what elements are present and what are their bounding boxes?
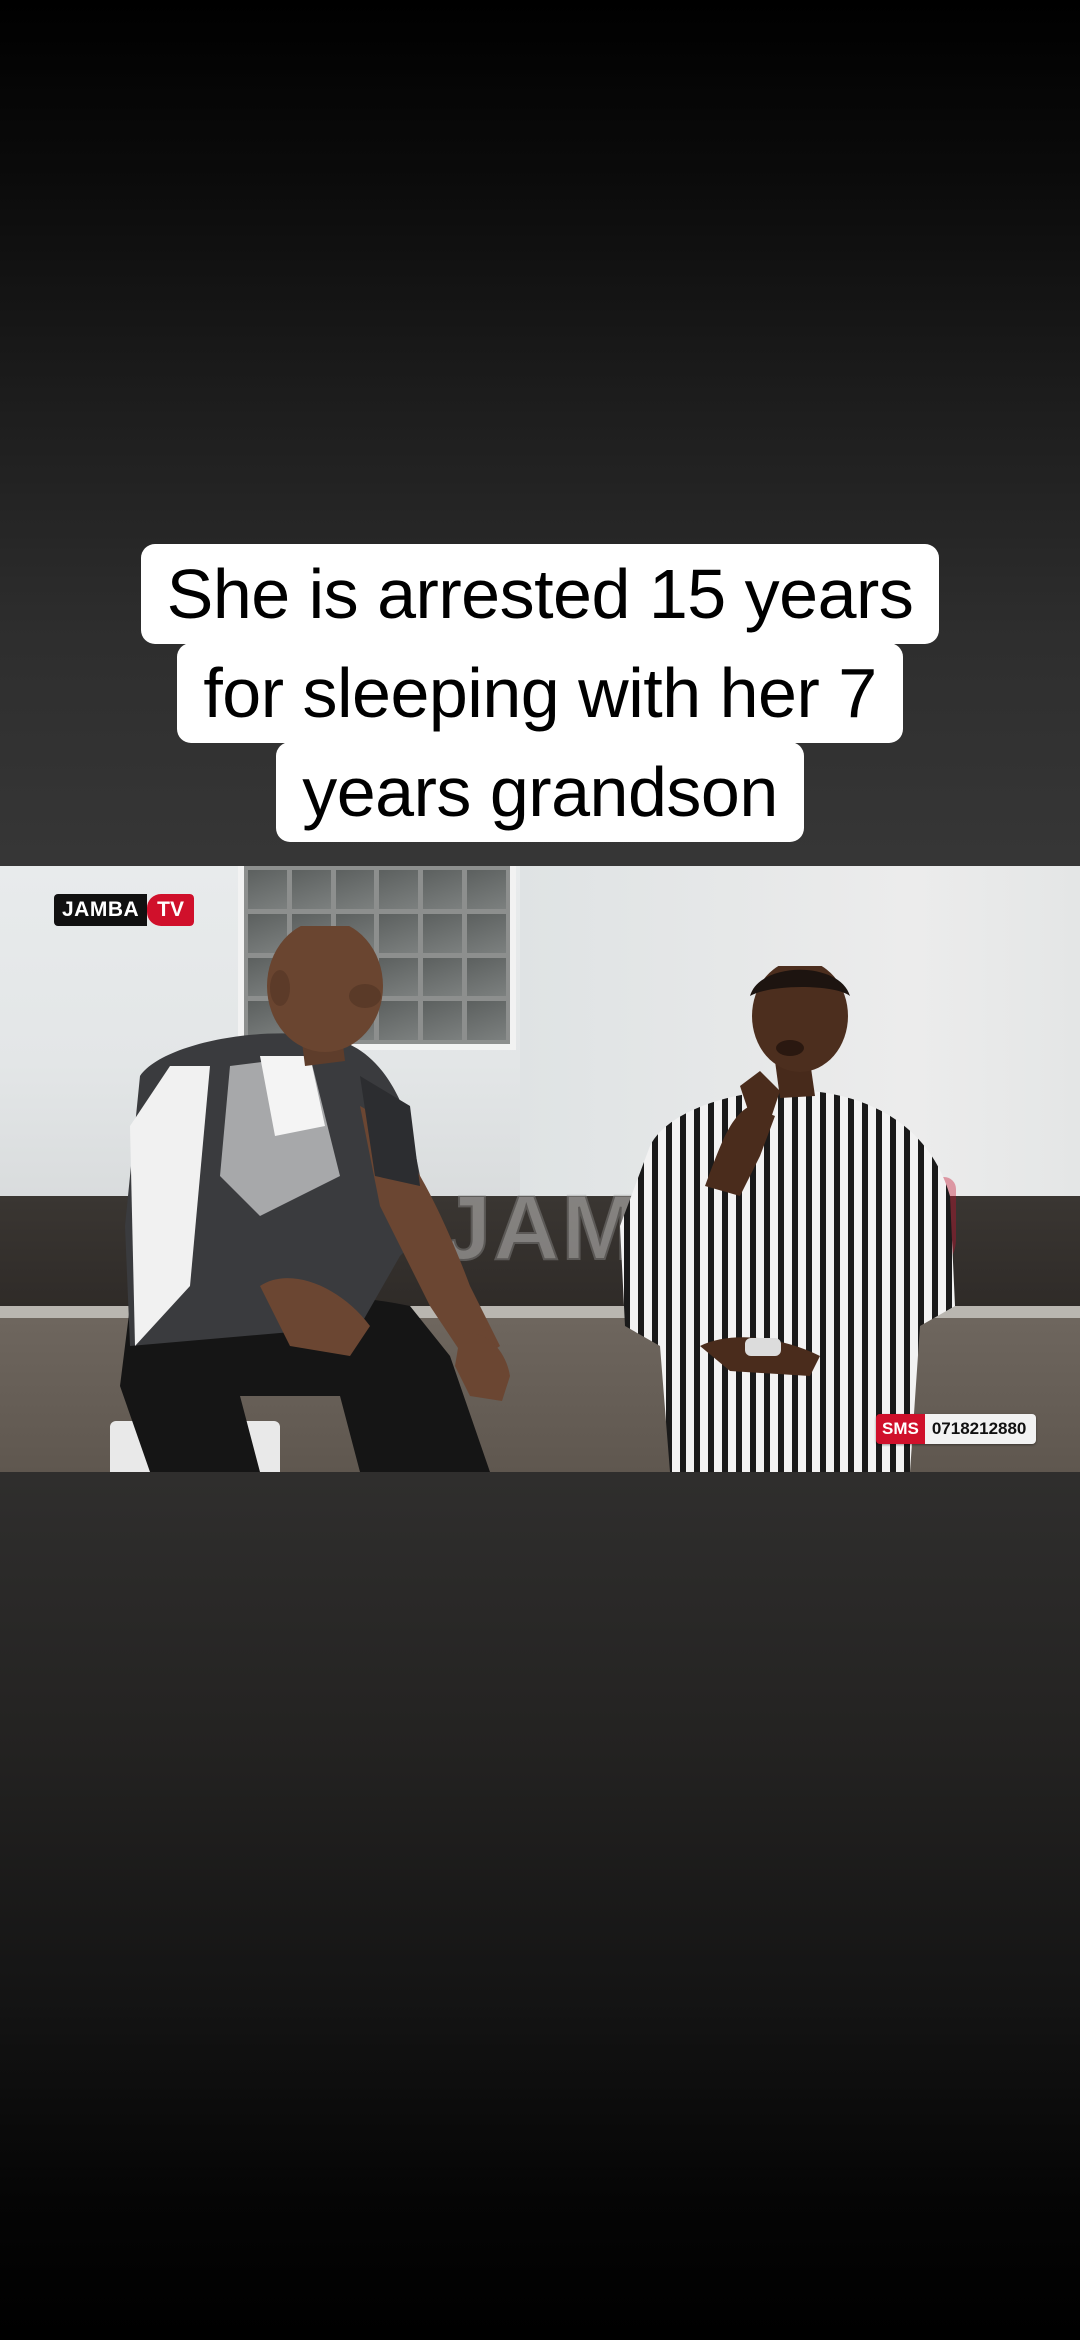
caption-line-2: for sleeping with her 7 — [177, 643, 903, 743]
seated-man — [120, 926, 510, 1472]
caption-line-3: years grandson — [276, 742, 804, 842]
logo-tv: TV — [147, 894, 195, 926]
video-screen[interactable]: She is arrested 15 years for sleeping wi… — [0, 0, 1080, 2340]
seated-woman — [620, 966, 955, 1472]
sms-badge: SMS 0718212880 — [876, 1414, 1037, 1444]
jamba-tv-logo: JAMBA TV — [54, 894, 195, 926]
caption-overlay: She is arrested 15 years for sleeping wi… — [60, 544, 1020, 842]
sms-label: SMS — [876, 1414, 925, 1444]
video-frame[interactable]: JAMBA TV — [0, 866, 1080, 1472]
caption-line-1: She is arrested 15 years — [140, 544, 940, 644]
sms-number: 0718212880 — [924, 1414, 1037, 1444]
logo-brand: JAMBA — [54, 894, 148, 926]
